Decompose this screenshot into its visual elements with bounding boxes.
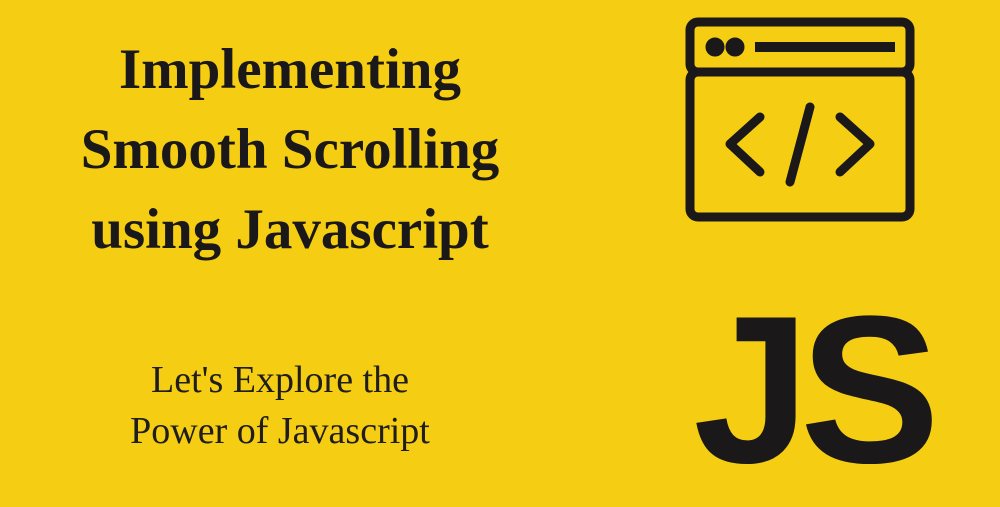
subtitle: Let's Explore the Power of Javascript bbox=[60, 355, 500, 458]
code-window-icon bbox=[680, 12, 920, 232]
subtitle-line-2: Power of Javascript bbox=[130, 410, 430, 452]
js-logo: JS bbox=[693, 285, 930, 495]
title-line-1: Implementing bbox=[119, 38, 461, 101]
title-line-2: Smooth Scrolling bbox=[81, 118, 500, 181]
main-title: Implementing Smooth Scrolling using Java… bbox=[20, 30, 560, 269]
subtitle-line-1: Let's Explore the bbox=[151, 359, 409, 401]
title-line-3: using Javascript bbox=[91, 198, 488, 261]
